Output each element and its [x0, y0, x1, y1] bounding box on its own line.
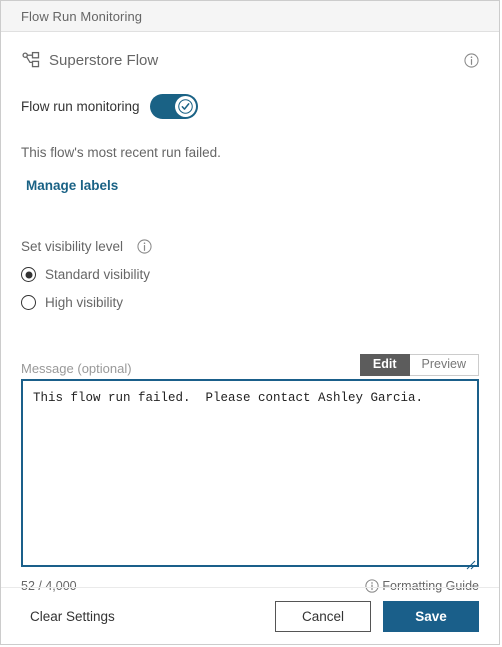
radio-high-visibility-indicator [21, 295, 36, 310]
dialog-body: Superstore Flow Flow run monitoring This… [1, 38, 499, 593]
flow-run-monitoring-label: Flow run monitoring [21, 99, 140, 114]
flow-run-monitoring-dialog: Flow Run Monitoring Superstore Flow Flow… [0, 0, 500, 645]
radio-standard-visibility-indicator [21, 267, 36, 282]
radio-high-visibility-label: High visibility [45, 295, 124, 310]
visibility-section: Set visibility level Standard visibility… [21, 239, 479, 310]
clear-settings-button[interactable]: Clear Settings [30, 609, 115, 624]
flow-info-icon[interactable] [464, 52, 479, 68]
radio-standard-visibility[interactable]: Standard visibility [21, 267, 479, 282]
flow-name: Superstore Flow [49, 51, 159, 69]
dialog-footer: Clear Settings Cancel Save [1, 587, 499, 644]
radio-standard-visibility-label: Standard visibility [45, 267, 151, 282]
message-section: Message (optional) Edit Preview 52 / 4,0… [21, 354, 479, 593]
cancel-button[interactable]: Cancel [275, 600, 371, 632]
flow-header-row: Superstore Flow [21, 38, 479, 82]
radio-high-visibility[interactable]: High visibility [21, 295, 479, 310]
dialog-titlebar: Flow Run Monitoring [1, 1, 499, 32]
flow-diagram-icon [21, 50, 41, 70]
message-input-wrapper [21, 379, 479, 572]
flow-run-monitoring-row: Flow run monitoring [21, 94, 479, 119]
manage-labels-link[interactable]: Manage labels [26, 178, 118, 193]
flow-run-monitoring-toggle[interactable] [149, 94, 198, 119]
toggle-knob [174, 96, 196, 117]
message-input[interactable] [21, 379, 479, 567]
visibility-heading-row: Set visibility level [21, 239, 479, 254]
message-label: Message (optional) [21, 361, 132, 376]
dialog-title: Flow Run Monitoring [21, 8, 143, 24]
message-mode-tabs: Edit Preview [359, 354, 479, 376]
tab-preview[interactable]: Preview [409, 354, 479, 376]
check-icon [177, 99, 193, 114]
visibility-info-icon[interactable] [130, 239, 152, 254]
tab-edit[interactable]: Edit [359, 354, 410, 376]
save-button[interactable]: Save [383, 600, 479, 632]
message-header-row: Message (optional) Edit Preview [21, 354, 479, 376]
flow-status-text: This flow's most recent run failed. [21, 145, 221, 160]
visibility-heading: Set visibility level [21, 239, 124, 254]
